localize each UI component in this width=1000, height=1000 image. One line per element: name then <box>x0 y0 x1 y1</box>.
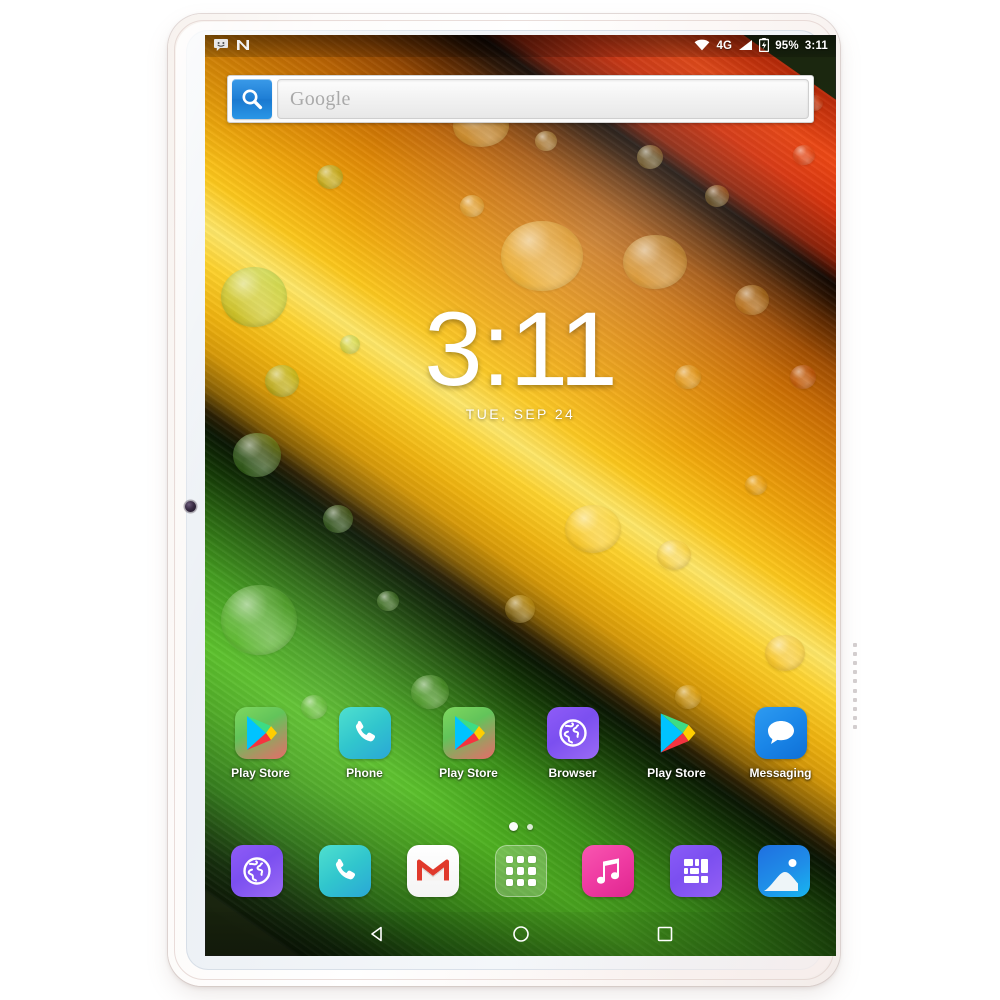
page-dot-active[interactable] <box>508 822 518 831</box>
app-icon-play-store-1[interactable]: Play Store <box>213 707 308 780</box>
wallpaper <box>205 35 836 956</box>
battery-charging-icon <box>758 37 770 55</box>
app-icon-play-store-3[interactable]: Play Store <box>629 707 724 780</box>
app-drawer-icon <box>494 845 547 897</box>
phone-icon <box>338 707 391 759</box>
dock-item-calculator[interactable] <box>652 845 740 897</box>
dock-item-phone[interactable] <box>301 845 389 897</box>
calculator-grid-icon <box>670 845 723 897</box>
app-icon-play-store-2[interactable]: Play Store <box>421 707 516 780</box>
app-label: Play Store <box>231 766 290 780</box>
app-icon-browser-1[interactable]: Browser <box>525 707 620 780</box>
dock <box>213 845 828 897</box>
clock-date: TUE, SEP 24 <box>465 405 576 422</box>
play-store-icon <box>651 707 703 759</box>
dock-item-gmail[interactable] <box>389 845 477 897</box>
battery-percent-label: 95% <box>775 40 799 52</box>
signal-bars-icon <box>738 39 753 54</box>
clock-time: 3:11 <box>424 291 618 408</box>
tablet-screen[interactable]: 4G 95% 3:11 Google 3:11 TUE, SEP 24 Play… <box>205 35 836 956</box>
dock-item-browser[interactable] <box>213 845 301 897</box>
recents-icon[interactable] <box>652 921 678 947</box>
dock-item-gallery[interactable] <box>740 845 828 897</box>
app-label: Messaging <box>749 766 812 780</box>
speaker-grille <box>853 643 857 729</box>
network-type-label: 4G <box>716 40 733 52</box>
status-bar-clock: 3:11 <box>804 40 828 52</box>
dock-item-app-drawer[interactable] <box>477 845 565 897</box>
app-label: Phone <box>346 766 383 780</box>
screenshot-canvas: 4G 95% 3:11 Google 3:11 TUE, SEP 24 Play… <box>0 0 1000 1000</box>
messaging-notification-icon <box>214 38 228 54</box>
browser-globe-icon <box>546 707 599 759</box>
messaging-bubble-icon <box>754 707 807 759</box>
google-search-widget[interactable]: Google <box>227 75 814 123</box>
front-camera-icon <box>185 501 196 512</box>
wifi-icon <box>694 39 710 54</box>
phone-icon <box>318 845 371 897</box>
app-row-1: Play Store Phone Play Store Browser Play… <box>213 707 828 780</box>
search-input[interactable]: Google <box>277 79 809 119</box>
home-icon[interactable] <box>508 921 534 947</box>
search-placeholder: Google <box>290 87 351 110</box>
back-icon[interactable] <box>364 921 390 947</box>
clock-widget[interactable]: 3:11 TUE, SEP 24 <box>205 291 836 422</box>
music-note-icon <box>582 845 635 897</box>
page-indicator[interactable] <box>205 822 836 831</box>
nova-launcher-icon <box>236 39 250 54</box>
app-label: Browser <box>548 766 597 780</box>
app-icon-messaging-1[interactable]: Messaging <box>733 707 828 780</box>
browser-globe-icon <box>230 845 283 897</box>
play-store-icon <box>442 707 495 759</box>
page-dot[interactable] <box>526 823 533 830</box>
app-icon-phone-1[interactable]: Phone <box>317 707 412 780</box>
dock-item-music[interactable] <box>564 845 652 897</box>
search-icon[interactable] <box>232 79 272 119</box>
app-label: Play Store <box>439 766 498 780</box>
play-store-icon <box>234 707 287 759</box>
navigation-bar <box>205 912 836 956</box>
app-label: Play Store <box>647 766 706 780</box>
status-bar[interactable]: 4G 95% 3:11 <box>205 35 836 57</box>
gmail-icon <box>406 845 459 897</box>
gallery-photo-icon <box>758 845 811 897</box>
